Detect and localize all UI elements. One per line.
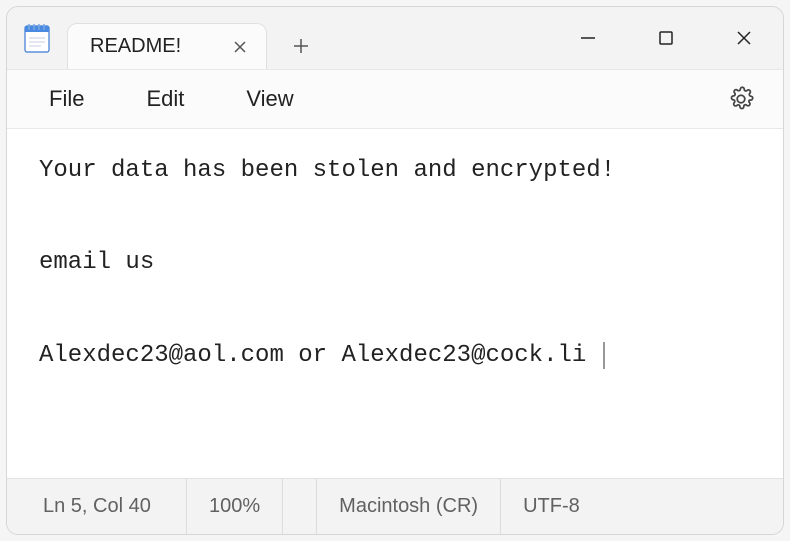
document-line	[39, 294, 751, 326]
minimize-button[interactable]	[549, 7, 627, 69]
notepad-app-icon	[7, 7, 67, 69]
statusbar: Ln 5, Col 40 100% Macintosh (CR) UTF-8	[7, 478, 783, 534]
window-controls	[549, 7, 783, 69]
titlebar: README!	[7, 7, 783, 69]
notepad-icon	[23, 22, 51, 54]
status-line-ending: Macintosh (CR)	[317, 479, 501, 534]
close-icon	[232, 39, 248, 55]
menu-view[interactable]: View	[238, 80, 301, 118]
text-editor-area[interactable]: Your data has been stolen and encrypted!…	[7, 129, 783, 478]
settings-button[interactable]	[719, 77, 763, 121]
gear-icon	[728, 86, 754, 112]
status-encoding: UTF-8	[501, 479, 602, 534]
minimize-icon	[578, 28, 598, 48]
plus-icon	[292, 37, 310, 55]
tab-strip: README!	[67, 7, 549, 69]
document-line: Alexdec23@aol.com or Alexdec23@cock.li	[39, 340, 751, 372]
maximize-button[interactable]	[627, 7, 705, 69]
menubar: File Edit View	[7, 69, 783, 129]
tab-readme[interactable]: README!	[67, 23, 267, 69]
status-zoom[interactable]: 100%	[187, 479, 283, 534]
document-line	[39, 201, 751, 233]
menu-edit[interactable]: Edit	[138, 80, 192, 118]
close-icon	[734, 28, 754, 48]
menu-file[interactable]: File	[41, 80, 92, 118]
text-caret	[586, 342, 604, 369]
status-spacer	[283, 479, 317, 534]
notepad-window: README!	[6, 6, 784, 535]
close-window-button[interactable]	[705, 7, 783, 69]
tab-title: README!	[90, 35, 212, 58]
maximize-icon	[657, 29, 675, 47]
document-line: email us	[39, 247, 751, 279]
status-cursor-position: Ln 5, Col 40	[7, 479, 187, 534]
new-tab-button[interactable]	[277, 23, 325, 69]
tab-close-button[interactable]	[226, 33, 254, 61]
document-line: Your data has been stolen and encrypted!	[39, 155, 751, 187]
